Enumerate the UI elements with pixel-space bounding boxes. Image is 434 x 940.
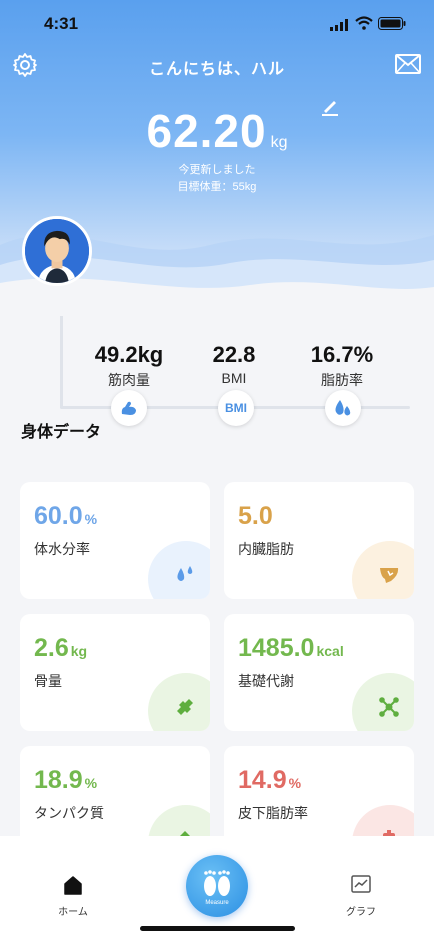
card-basal-metabolism[interactable]: 1485.0 kcal 基礎代謝 <box>224 614 414 731</box>
home-indicator <box>140 926 295 931</box>
bmi-icon: BMI <box>225 401 247 415</box>
card-label: 内臓脂肪 <box>238 541 294 557</box>
metric-label: 脂肪率 <box>321 372 363 388</box>
muscle-icon <box>121 401 136 415</box>
muscle-badge <box>111 390 147 426</box>
card-label: 骨量 <box>34 673 62 689</box>
wifi-icon <box>355 16 373 30</box>
card-bone-mass[interactable]: 2.6 kg 骨量 <box>20 614 210 731</box>
metric-fat[interactable]: 16.7% 脂肪率 <box>287 342 397 390</box>
tab-home-label: ホーム <box>58 907 88 918</box>
graph-icon <box>351 875 371 893</box>
metric-value: 16.7% <box>310 342 374 367</box>
card-body-water[interactable]: 60.0% 体水分率 <box>20 482 210 599</box>
measure-button[interactable]: Measure <box>186 855 248 917</box>
weight-display: 62.20 kg <box>0 104 434 158</box>
fat-drop-icon <box>335 400 351 416</box>
measure-label: Measure <box>205 900 229 906</box>
metric-bmi[interactable]: 22.8 BMI <box>179 342 289 386</box>
metric-label: BMI <box>221 370 247 386</box>
card-label: タンパク質 <box>34 805 104 821</box>
status-bar: 4:31 <box>0 0 434 48</box>
metabolism-icon <box>379 697 399 717</box>
water-drop-icon <box>177 566 193 581</box>
weight-unit: kg <box>270 134 288 151</box>
bmi-badge: BMI <box>218 390 254 426</box>
card-value: 1485.0 kcal <box>238 634 344 662</box>
card-label: 体水分率 <box>34 541 90 557</box>
battery-icon <box>378 17 406 30</box>
metric-value: 49.2kg <box>94 342 164 367</box>
card-visceral-fat[interactable]: 5.0 内臓脂肪 <box>224 482 414 599</box>
target-weight: 目標体重：55kg <box>177 181 257 193</box>
metric-value: 22.8 <box>212 342 256 367</box>
card-label: 皮下脂肪率 <box>238 805 308 821</box>
avatar[interactable] <box>22 216 92 286</box>
card-value: 2.6 kg <box>34 634 88 662</box>
home-icon <box>64 876 82 895</box>
updated-status: 今更新しました <box>178 164 256 176</box>
timeline-vertical-line <box>60 316 63 408</box>
tab-graph-label: グラフ <box>346 907 376 918</box>
fat-badge <box>325 390 361 426</box>
tab-graph[interactable]: グラフ <box>331 874 391 918</box>
current-weight: 62.20 <box>146 105 267 157</box>
greeting-title: こんにちは、ハル <box>148 61 285 78</box>
card-value: 60.0% <box>34 502 98 530</box>
card-value: 5.0 <box>238 502 273 530</box>
mail-icon[interactable] <box>395 54 421 74</box>
card-label: 基礎代謝 <box>238 673 294 689</box>
metric-label: 筋肉量 <box>108 372 150 388</box>
user-avatar-icon <box>25 219 89 283</box>
tab-home[interactable]: ホーム <box>43 874 103 918</box>
bone-icon <box>177 699 193 715</box>
card-value: 18.9% <box>34 766 98 794</box>
liver-icon <box>380 568 399 583</box>
metric-muscle[interactable]: 49.2kg 筋肉量 <box>74 342 184 390</box>
status-time: 4:31 <box>44 14 79 33</box>
section-title-body-data: 身体データ <box>21 424 102 441</box>
signal-icon <box>330 19 348 31</box>
edit-pencil-icon[interactable] <box>320 98 340 116</box>
card-value: 14.9% <box>238 766 302 794</box>
footprints-icon <box>204 870 230 896</box>
